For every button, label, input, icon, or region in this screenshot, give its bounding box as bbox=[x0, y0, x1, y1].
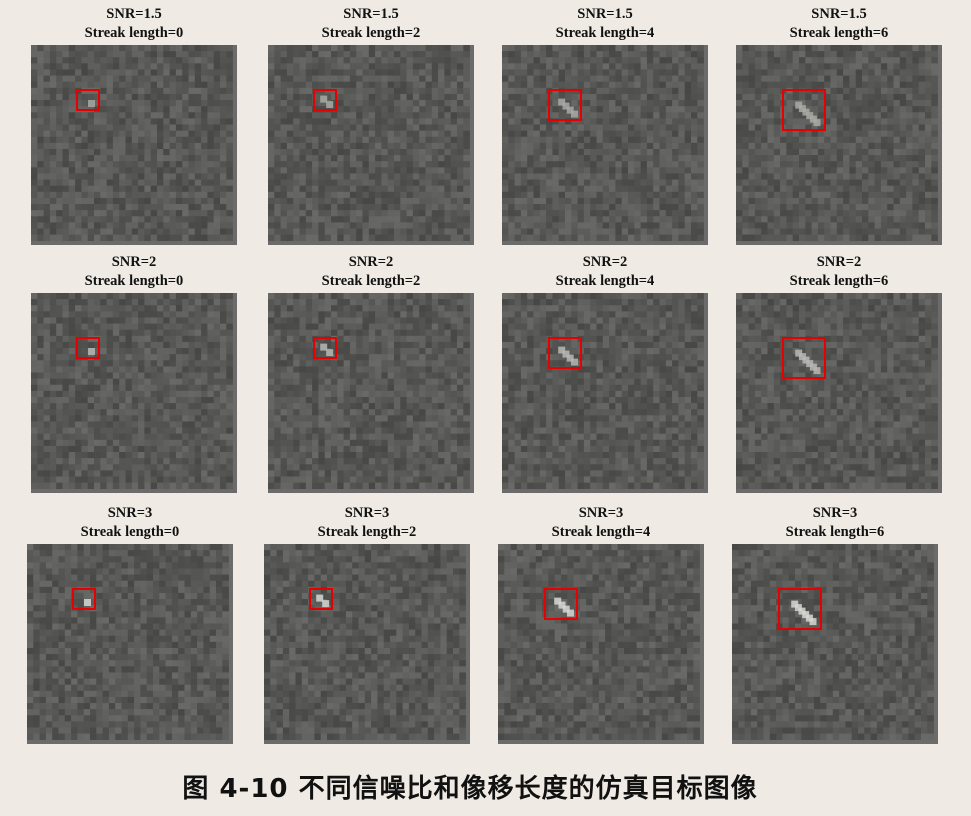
subplot-snr-label: SNR=2 bbox=[348, 254, 394, 270]
subplot-streak-label: Streak length=6 bbox=[785, 524, 885, 540]
noise-texture bbox=[502, 293, 704, 490]
target-box bbox=[76, 337, 100, 359]
subplot-streak-label: Streak length=6 bbox=[789, 25, 889, 41]
noise-texture bbox=[27, 544, 229, 741]
noise-texture bbox=[31, 45, 233, 242]
noise-image bbox=[736, 293, 942, 493]
subplot-streak-label: Streak length=2 bbox=[321, 25, 421, 41]
noise-image bbox=[736, 45, 942, 245]
noise-texture bbox=[498, 544, 700, 741]
subplot-streak-label: Streak length=4 bbox=[551, 524, 651, 540]
noise-texture bbox=[736, 45, 938, 242]
subplot-streak-label: Streak length=0 bbox=[84, 25, 184, 41]
noise-texture bbox=[732, 544, 934, 741]
noise-image bbox=[264, 544, 470, 744]
subplot-snr-label: SNR=3 bbox=[812, 505, 858, 521]
noise-image bbox=[502, 45, 708, 245]
noise-texture bbox=[268, 45, 470, 242]
target-box bbox=[309, 588, 333, 610]
subplot-snr-label: SNR=2 bbox=[582, 254, 628, 270]
subplot-streak-label: Streak length=0 bbox=[84, 273, 184, 289]
noise-image bbox=[268, 45, 474, 245]
target-box bbox=[548, 337, 582, 369]
subplot-snr-label: SNR=1.5 bbox=[343, 6, 399, 22]
subplot-streak-label: Streak length=0 bbox=[80, 524, 180, 540]
noise-image bbox=[502, 293, 708, 493]
target-box bbox=[544, 588, 578, 620]
noise-image bbox=[268, 293, 474, 493]
noise-image bbox=[498, 544, 704, 744]
target-box bbox=[76, 89, 100, 111]
target-box bbox=[548, 89, 582, 121]
subplot-snr-label: SNR=1.5 bbox=[577, 6, 633, 22]
target-box bbox=[313, 337, 337, 359]
subplot-streak-label: Streak length=2 bbox=[321, 273, 421, 289]
subplot-streak-label: Streak length=2 bbox=[317, 524, 417, 540]
noise-texture bbox=[268, 293, 470, 490]
target-box bbox=[72, 588, 96, 610]
subplot-snr-label: SNR=3 bbox=[344, 505, 390, 521]
noise-texture bbox=[736, 293, 938, 490]
noise-texture bbox=[31, 293, 233, 490]
noise-image bbox=[732, 544, 938, 744]
target-box bbox=[778, 588, 822, 630]
subplot-snr-label: SNR=2 bbox=[111, 254, 157, 270]
noise-texture bbox=[502, 45, 704, 242]
subplot-snr-label: SNR=1.5 bbox=[811, 6, 867, 22]
subplot-snr-label: SNR=3 bbox=[578, 505, 624, 521]
subplot-streak-label: Streak length=4 bbox=[555, 273, 655, 289]
noise-texture bbox=[264, 544, 466, 741]
subplot-snr-label: SNR=2 bbox=[816, 254, 862, 270]
subplot-streak-label: Streak length=4 bbox=[555, 25, 655, 41]
noise-image bbox=[27, 544, 233, 744]
figure-caption: 图 4-10 不同信噪比和像移长度的仿真目标图像 bbox=[182, 774, 758, 804]
target-box bbox=[782, 89, 826, 131]
subplot-snr-label: SNR=1.5 bbox=[106, 6, 162, 22]
noise-image bbox=[31, 45, 237, 245]
subplot-streak-label: Streak length=6 bbox=[789, 273, 889, 289]
subplot-snr-label: SNR=3 bbox=[107, 505, 153, 521]
noise-image bbox=[31, 293, 237, 493]
target-box bbox=[313, 89, 337, 111]
target-box bbox=[782, 337, 826, 379]
